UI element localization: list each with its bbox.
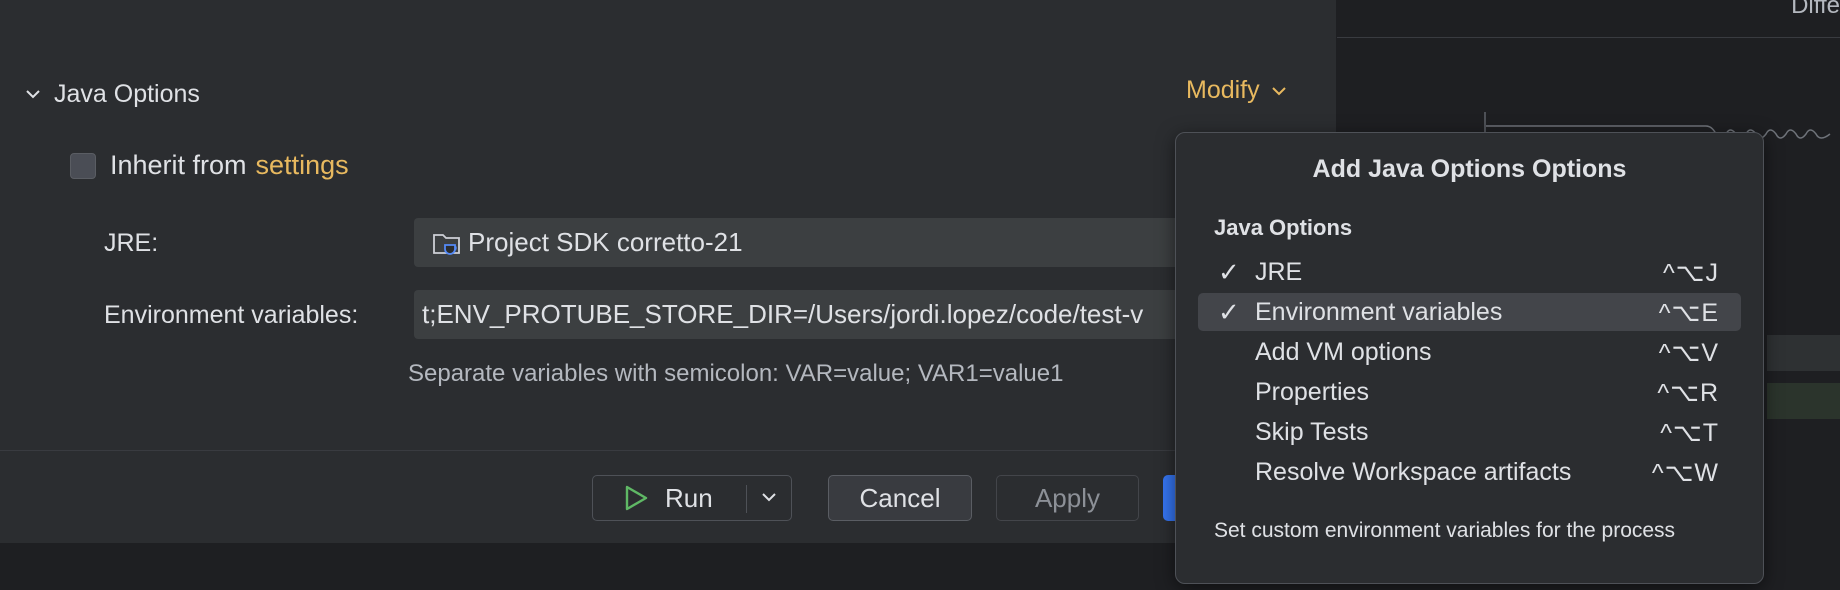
popup-item-label: Skip Tests [1255,418,1369,446]
jre-select[interactable]: Project SDK corretto-21 [414,218,1200,267]
popup-item-label: Add VM options [1255,338,1432,366]
run-label: Run [665,482,713,513]
chevron-down-icon[interactable] [758,486,780,508]
run-button[interactable]: Run [592,475,792,521]
run-icon [625,485,648,511]
popup-item-shortcut: ^⌥T [1660,419,1719,447]
inherit-checkbox[interactable] [70,152,96,179]
popup-item-skip-tests[interactable]: Skip Tests ^⌥T [1198,413,1741,451]
jre-label: JRE: [104,229,159,257]
popup-item-properties[interactable]: Properties ^⌥R [1198,373,1741,411]
pane-header: Diffe [1337,0,1840,38]
popup-item-label: Properties [1255,378,1369,406]
pane-header-label: Diffe [1791,0,1840,19]
popup-item-resolve-workspace-artifacts[interactable]: Resolve Workspace artifacts ^⌥W [1198,453,1741,491]
modify-options-link[interactable]: Modify [1186,76,1290,105]
popup-item-jre[interactable]: ✓ JRE ^⌥J [1198,253,1741,291]
inherit-settings-row: Inherit from settings [70,150,349,181]
check-icon: ✓ [1218,297,1240,327]
popup-item-shortcut: ^⌥J [1662,259,1719,287]
apply-button[interactable]: Apply [996,475,1139,521]
env-hint: Separate variables with semicolon: VAR=v… [408,360,1064,387]
popup-item-environment-variables[interactable]: ✓ Environment variables ^⌥E [1198,293,1741,331]
env-value: t;ENV_PROTUBE_STORE_DIR=/Users/jordi.lop… [422,299,1144,329]
popup-item-shortcut: ^⌥E [1658,299,1719,327]
env-label: Environment variables: [104,301,359,329]
env-variables-input[interactable]: t;ENV_PROTUBE_STORE_DIR=/Users/jordi.lop… [414,290,1200,339]
diff-highlight [1767,335,1840,371]
popup-item-add-vm-options[interactable]: Add VM options ^⌥V [1198,333,1741,371]
section-title: Java Options [54,79,200,108]
popup-item-label: Resolve Workspace artifacts [1255,458,1572,486]
run-split-divider [746,485,747,513]
popup-group-header: Java Options [1214,215,1353,240]
inherit-label: Inherit from [110,150,247,180]
popup-item-shortcut: ^⌥V [1658,339,1719,367]
folder-icon [433,233,460,255]
cancel-button[interactable]: Cancel [828,475,972,521]
jre-value: Project SDK corretto-21 [468,227,743,257]
popup-item-shortcut: ^⌥W [1651,459,1719,487]
popup-description: Set custom environment variables for the… [1214,519,1676,542]
diff-highlight [1767,383,1840,419]
divider [0,450,1336,451]
popup-item-label: JRE [1255,258,1303,286]
java-options-section-toggle[interactable]: Java Options [22,78,200,110]
settings-link[interactable]: settings [256,150,349,181]
popup-item-label: Environment variables [1255,298,1503,326]
chevron-down-icon [26,90,40,99]
check-icon: ✓ [1218,257,1240,287]
modify-options-popup: Add Java Options Options Java Options ✓ … [1175,132,1764,584]
modify-label: Modify [1186,76,1260,104]
chevron-down-icon [1271,86,1286,95]
popup-title: Add Java Options Options [1312,155,1627,183]
popup-item-shortcut: ^⌥R [1657,379,1719,407]
run-configuration-dialog: Java Options Modify Inherit from setting… [0,0,1337,543]
